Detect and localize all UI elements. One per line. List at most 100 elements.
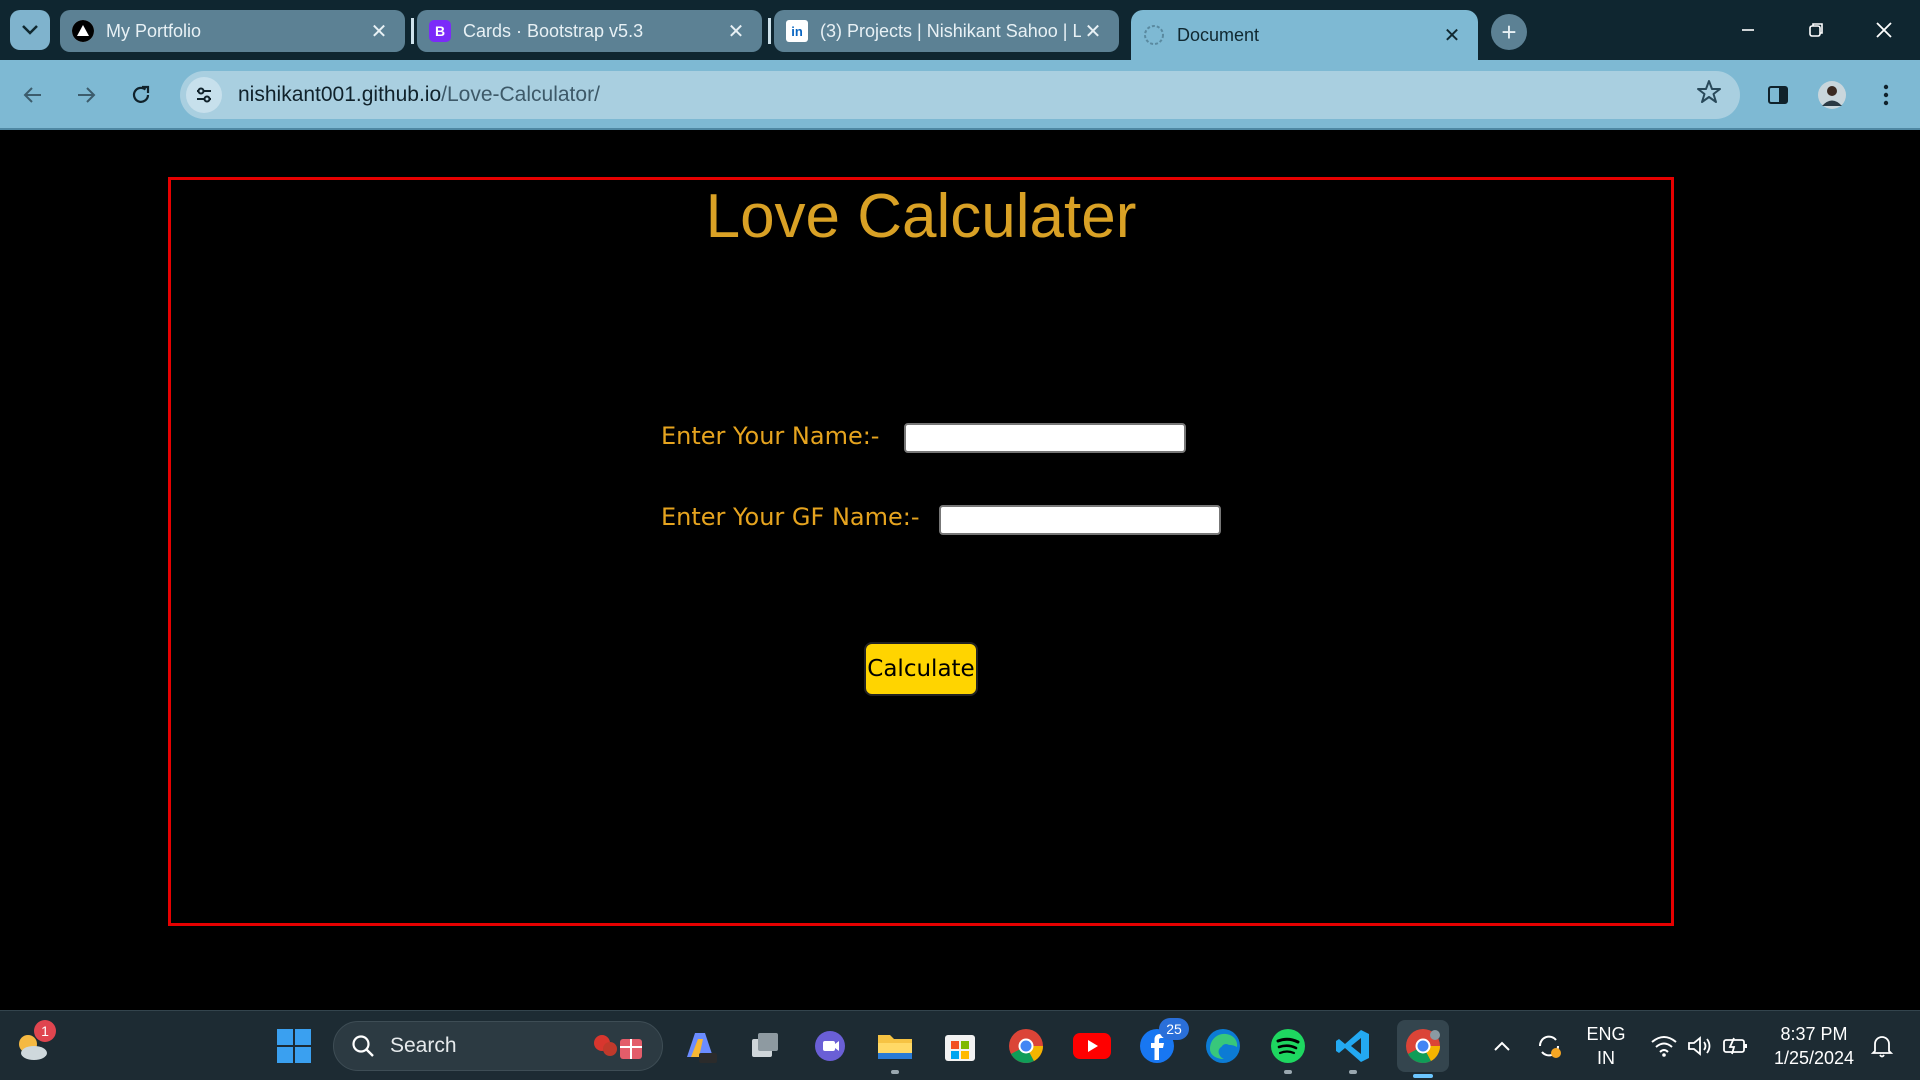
avatar-icon bbox=[1818, 81, 1846, 109]
bootstrap-icon: B bbox=[429, 20, 451, 42]
restore-icon bbox=[1809, 23, 1823, 37]
taskbar: 1 Search 25 ENG IN 8:37 PM 1/25/2024 bbox=[0, 1010, 1920, 1080]
profile-avatar[interactable] bbox=[1812, 75, 1852, 115]
edge-button[interactable] bbox=[1201, 1024, 1245, 1068]
volume-icon bbox=[1688, 1036, 1711, 1056]
chrome-icon bbox=[1009, 1029, 1043, 1063]
close-icon[interactable]: ✕ bbox=[367, 19, 391, 44]
tab-title: Document bbox=[1177, 24, 1260, 45]
tab-title: (3) Projects | Nishikant Sahoo | L bbox=[820, 20, 1081, 41]
page-title: Love Calculater bbox=[705, 182, 1137, 251]
close-icon[interactable]: ✕ bbox=[1081, 19, 1105, 44]
kebab-menu-icon bbox=[1883, 84, 1889, 106]
task-view-icon bbox=[752, 1033, 778, 1057]
calculate-button[interactable]: Calculate bbox=[864, 642, 978, 696]
chevron-down-icon bbox=[22, 25, 38, 35]
gift-bouquet-icon bbox=[594, 1035, 642, 1059]
arrow-right-icon bbox=[78, 87, 96, 103]
calculator-container: Love Calculater Enter Your Name:- Enter … bbox=[168, 177, 1674, 926]
close-icon[interactable]: ✕ bbox=[724, 19, 748, 44]
bookmark-star-icon[interactable] bbox=[1696, 79, 1722, 112]
arrow-left-icon bbox=[23, 87, 41, 103]
side-panel-icon bbox=[1768, 86, 1788, 104]
teams-button[interactable] bbox=[808, 1024, 852, 1068]
chrome-button[interactable] bbox=[1004, 1024, 1048, 1068]
minimize-button[interactable] bbox=[1718, 10, 1778, 50]
start-button[interactable] bbox=[272, 1024, 316, 1068]
copilot-icon bbox=[687, 1033, 717, 1063]
close-window-button[interactable] bbox=[1854, 10, 1914, 50]
url-host: nishikant001.github.io bbox=[238, 83, 442, 106]
reload-button[interactable] bbox=[121, 75, 161, 115]
site-info-button[interactable] bbox=[186, 77, 222, 113]
tab-separator bbox=[411, 18, 414, 44]
vscode-button[interactable] bbox=[1331, 1024, 1375, 1074]
task-view-button[interactable] bbox=[743, 1024, 787, 1068]
show-hidden-icons-button[interactable] bbox=[1480, 1024, 1524, 1068]
forward-button[interactable] bbox=[66, 75, 106, 115]
vscode-icon bbox=[1336, 1030, 1369, 1062]
side-panel-button[interactable] bbox=[1758, 75, 1798, 115]
notification-bell-icon bbox=[1870, 1036, 1894, 1058]
search-label: Search bbox=[390, 1034, 457, 1057]
input-language-indicator[interactable]: ENG IN bbox=[1576, 1022, 1636, 1070]
active-indicator bbox=[1413, 1074, 1433, 1078]
spotify-icon bbox=[1271, 1029, 1305, 1063]
tab-title: My Portfolio bbox=[106, 20, 202, 41]
reload-icon bbox=[132, 85, 150, 103]
tab-strip: My Portfolio ✕ B Cards · Bootstrap v5.3 … bbox=[0, 0, 1920, 60]
url-text: nishikant001.github.io/Love-Calculator/ bbox=[238, 83, 600, 107]
browser-toolbar: nishikant001.github.io/Love-Calculator/ bbox=[0, 60, 1920, 130]
copilot-button[interactable] bbox=[678, 1024, 722, 1068]
new-tab-button[interactable]: + bbox=[1491, 14, 1527, 50]
file-explorer-icon bbox=[878, 1035, 912, 1059]
running-indicator bbox=[1349, 1070, 1357, 1074]
quick-settings-button[interactable] bbox=[1640, 1024, 1760, 1068]
back-button[interactable] bbox=[13, 75, 53, 115]
menu-button[interactable] bbox=[1866, 75, 1906, 115]
name-input[interactable] bbox=[904, 423, 1186, 453]
restore-button[interactable] bbox=[1786, 10, 1846, 50]
tab-linkedin-projects[interactable]: in (3) Projects | Nishikant Sahoo | L ✕ bbox=[774, 10, 1119, 52]
youtube-button[interactable] bbox=[1070, 1024, 1114, 1068]
sync-icon bbox=[1538, 1035, 1561, 1058]
url-path: /Love-Calculator/ bbox=[441, 83, 600, 106]
clock[interactable]: 8:37 PM 1/25/2024 bbox=[1764, 1022, 1864, 1070]
teams-icon bbox=[815, 1031, 845, 1061]
close-icon[interactable]: ✕ bbox=[1440, 23, 1464, 48]
tune-icon bbox=[197, 87, 211, 103]
tab-search-button[interactable] bbox=[10, 10, 50, 50]
chrome-active-button[interactable] bbox=[1397, 1020, 1449, 1078]
battery-charging-icon bbox=[1723, 1037, 1747, 1055]
wifi-icon bbox=[1651, 1036, 1677, 1057]
minimize-icon bbox=[1742, 29, 1754, 31]
gf-name-input[interactable] bbox=[939, 505, 1221, 535]
name-label: Enter Your Name:- bbox=[661, 422, 880, 450]
language-code: ENG bbox=[1586, 1024, 1626, 1044]
facebook-button[interactable]: 25 bbox=[1135, 1018, 1189, 1068]
gf-name-label: Enter Your GF Name:- bbox=[661, 503, 920, 531]
tab-bootstrap-cards[interactable]: B Cards · Bootstrap v5.3 ✕ bbox=[417, 10, 762, 52]
running-indicator bbox=[1284, 1070, 1292, 1074]
tab-document[interactable]: Document ✕ bbox=[1131, 10, 1478, 60]
taskbar-search[interactable]: Search bbox=[333, 1021, 663, 1071]
globe-icon bbox=[1143, 24, 1165, 46]
weather-widget[interactable]: 1 bbox=[10, 1020, 56, 1068]
store-button[interactable] bbox=[938, 1024, 982, 1068]
clock-date: 1/25/2024 bbox=[1773, 1048, 1855, 1068]
tab-my-portfolio[interactable]: My Portfolio ✕ bbox=[60, 10, 405, 52]
weather-badge: 1 bbox=[34, 1020, 56, 1042]
notification-badge: 25 bbox=[1159, 1018, 1189, 1040]
tab-separator bbox=[768, 18, 771, 44]
clock-time: 8:37 PM bbox=[1780, 1024, 1848, 1044]
address-bar[interactable]: nishikant001.github.io/Love-Calculator/ bbox=[180, 71, 1740, 119]
store-icon bbox=[945, 1035, 975, 1061]
edge-icon bbox=[1206, 1029, 1240, 1063]
spotify-button[interactable] bbox=[1266, 1024, 1310, 1074]
notifications-button[interactable] bbox=[1860, 1024, 1904, 1068]
close-icon bbox=[1876, 22, 1892, 38]
file-explorer-button[interactable] bbox=[873, 1024, 917, 1074]
sync-status-button[interactable] bbox=[1527, 1024, 1571, 1068]
chevron-up-icon bbox=[1494, 1041, 1510, 1051]
chrome-active-icon bbox=[1406, 1029, 1440, 1063]
